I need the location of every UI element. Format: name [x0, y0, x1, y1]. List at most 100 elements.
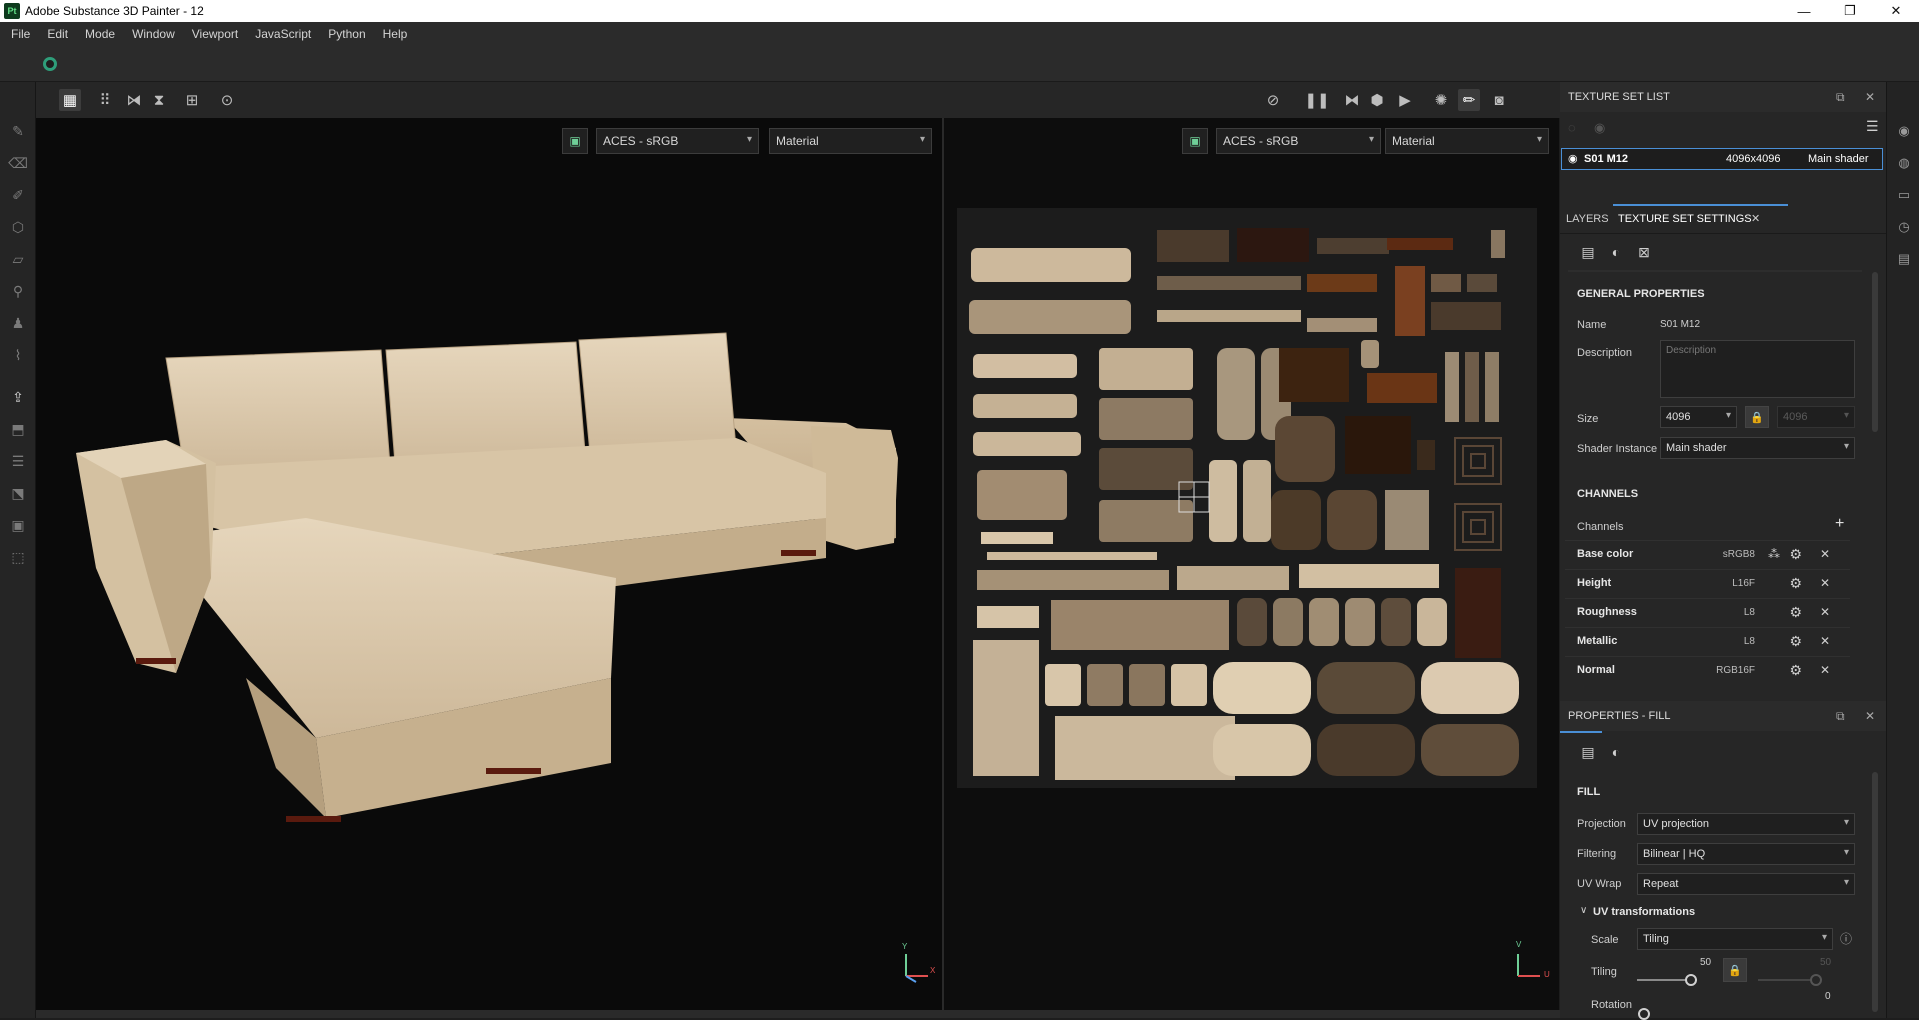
maximize-button[interactable]: ❐ [1827, 0, 1873, 22]
description-textarea[interactable]: Description [1660, 340, 1855, 398]
viewport-3d[interactable]: ▣ ACES - sRGB ▾ Material ▾ Y X [36, 118, 943, 1010]
paint-brush-icon[interactable]: ✎ [9, 122, 27, 140]
menu-python[interactable]: Python [328, 27, 365, 41]
uv-tool-icon[interactable]: ⬔ [9, 484, 27, 502]
remove-channel-icon[interactable]: ✕ [1820, 663, 1830, 677]
display-settings-2d-icon[interactable]: ▣ [1182, 128, 1208, 154]
cube-icon[interactable]: ⬢ [1366, 89, 1388, 111]
uv-wrap-select[interactable]: Repeat ▾ [1637, 873, 1855, 895]
assets-icon[interactable]: ▭ [1895, 186, 1913, 204]
display-settings-dock-icon[interactable]: ◉ [1895, 122, 1913, 140]
settings-scrollbar[interactable] [1872, 272, 1878, 432]
geometry-mask-icon[interactable]: ⬡ [9, 218, 27, 236]
close-tab-icon[interactable]: ✕ [1751, 212, 1760, 225]
color-picker-icon[interactable]: ⌇ [9, 346, 27, 364]
close-panel-icon[interactable]: ✕ [1865, 90, 1875, 104]
texture-set-item[interactable]: ◉ S01 M12 4096x4096 Main shader [1561, 148, 1883, 170]
channel-row[interactable]: Base color sRGB8 ⁂ ⚙ ✕ [1565, 540, 1850, 568]
fill-settings-tab-icon[interactable]: ▤ [1576, 740, 1600, 764]
path-tool-icon[interactable]: ⬒ [9, 420, 27, 438]
channel-settings-icon[interactable]: ⚙ [1789, 662, 1802, 679]
float-panel-icon[interactable]: ⧉ [1836, 90, 1845, 105]
size-label: Size [1577, 413, 1599, 425]
menu-edit[interactable]: Edit [47, 27, 68, 41]
list-menu-icon[interactable]: ☰ [1866, 118, 1879, 135]
environment-icon[interactable]: ◍ [1895, 154, 1913, 172]
frame-icon[interactable]: ⊞ [181, 89, 203, 111]
camera-icon[interactable]: ▶ [1394, 89, 1416, 111]
minimize-button[interactable]: — [1781, 0, 1827, 22]
log-icon[interactable]: ▤ [1895, 250, 1913, 268]
menu-window[interactable]: Window [132, 27, 175, 41]
channel-settings-icon[interactable]: ⚙ [1789, 546, 1802, 563]
eye-show-icon[interactable]: ◉ [1594, 120, 1605, 136]
object-picker-icon[interactable]: ▣ [9, 516, 27, 534]
rotation-slider-knob[interactable] [1638, 1008, 1650, 1020]
tab-texture-set-settings[interactable]: TEXTURE SET SETTINGS [1618, 213, 1752, 225]
layer-stack-icon[interactable]: ☰ [9, 452, 27, 470]
settings-tab-icon[interactable]: ▤ [1576, 240, 1600, 264]
menu-viewport[interactable]: Viewport [192, 27, 238, 41]
grid-view-icon[interactable]: ⠿ [94, 89, 116, 111]
viewport-2d[interactable]: ▣ ACES - sRGB ▾ Material ▾ V U [944, 118, 1559, 1010]
size-select[interactable]: 4096 ▾ [1660, 406, 1737, 428]
mesh-tab-icon[interactable]: ⊠ [1632, 240, 1656, 264]
remove-channel-icon[interactable]: ✕ [1820, 576, 1830, 590]
eraser-icon[interactable]: ⌫ [8, 154, 28, 172]
channel-row[interactable]: Metallic L8 ⚙ ✕ [1565, 627, 1850, 655]
projection-icon[interactable]: ✐ [9, 186, 27, 204]
menu-mode[interactable]: Mode [85, 27, 115, 41]
light-icon[interactable]: ✺ [1430, 89, 1452, 111]
clone-stamp-icon[interactable]: ♟ [9, 314, 27, 332]
tab-layers[interactable]: LAYERS [1566, 213, 1609, 225]
pause-icon[interactable]: ❚❚ [1304, 89, 1329, 111]
history-icon[interactable]: ◷ [1895, 218, 1913, 236]
uv-transformations-title[interactable]: UV transformations [1593, 906, 1695, 918]
hide-ui-icon[interactable]: ⊘ [1262, 89, 1284, 111]
properties-scrollbar[interactable] [1872, 772, 1878, 1012]
info-icon[interactable]: ⓘ [1840, 930, 1852, 947]
material-tab-icon[interactable]: ◐ [1604, 240, 1628, 264]
channel-settings-icon[interactable]: ⚙ [1789, 633, 1802, 650]
symmetry-icon[interactable]: ⧓ [1341, 89, 1363, 111]
scale-select[interactable]: Tiling ▾ [1637, 928, 1833, 950]
tiling-slider-knob[interactable] [1685, 974, 1697, 986]
menu-help[interactable]: Help [383, 27, 408, 41]
smudge-icon[interactable]: ⚲ [9, 282, 27, 300]
add-channel-button[interactable]: + [1835, 515, 1844, 533]
color-profile-select-2d[interactable]: ACES - sRGB ▾ [1216, 128, 1381, 154]
shader-instance-select[interactable]: Main shader ▾ [1660, 437, 1855, 459]
channel-settings-icon[interactable]: ⚙ [1789, 575, 1802, 592]
close-window-button[interactable]: ✕ [1873, 0, 1919, 22]
mesh-icon[interactable]: ⬚ [9, 548, 27, 566]
channel-row[interactable]: Roughness L8 ⚙ ✕ [1565, 598, 1850, 626]
projection-select[interactable]: UV projection ▾ [1637, 813, 1855, 835]
channel-settings-icon[interactable]: ⚙ [1789, 604, 1802, 621]
lock-size-icon[interactable]: 🔒 [1745, 406, 1769, 428]
visibility-eye-icon[interactable]: ◉ [1568, 152, 1578, 165]
close-properties-icon[interactable]: ✕ [1865, 709, 1875, 723]
lock-tiling-icon[interactable]: 🔒 [1723, 958, 1747, 982]
polygon-fill-icon[interactable]: ▱ [9, 250, 27, 268]
mirror-y-icon[interactable]: ⧗ [148, 89, 170, 111]
remove-channel-icon[interactable]: ✕ [1820, 605, 1830, 619]
brush-mode-icon[interactable]: ✏ [1458, 89, 1480, 111]
chevron-down-icon[interactable]: ∨ [1580, 905, 1587, 916]
color-space-icon[interactable]: ⁂ [1768, 547, 1780, 561]
remove-channel-icon[interactable]: ✕ [1820, 547, 1830, 561]
menu-javascript[interactable]: JavaScript [255, 27, 311, 41]
reset-view-icon[interactable]: ⊙ [216, 89, 238, 111]
screenshot-icon[interactable]: ◙ [1488, 89, 1510, 111]
display-mode-select-2d[interactable]: Material ▾ [1385, 128, 1549, 154]
fill-material-tab-icon[interactable]: ◐ [1604, 740, 1628, 764]
mirror-x-icon[interactable]: ⧒ [123, 89, 145, 111]
remove-channel-icon[interactable]: ✕ [1820, 634, 1830, 648]
eye-hide-icon[interactable]: ◌ [1568, 120, 1576, 135]
channel-row[interactable]: Height L16F ⚙ ✕ [1565, 569, 1850, 597]
channel-row[interactable]: Normal RGB16F ⚙ ✕ [1565, 656, 1850, 684]
float-properties-icon[interactable]: ⧉ [1836, 709, 1845, 724]
split-view-icon[interactable]: ▦ [59, 89, 81, 111]
menu-file[interactable]: File [11, 27, 30, 41]
bake-export-icon[interactable]: ⇪ [9, 388, 27, 406]
filtering-select[interactable]: Bilinear | HQ ▾ [1637, 843, 1855, 865]
